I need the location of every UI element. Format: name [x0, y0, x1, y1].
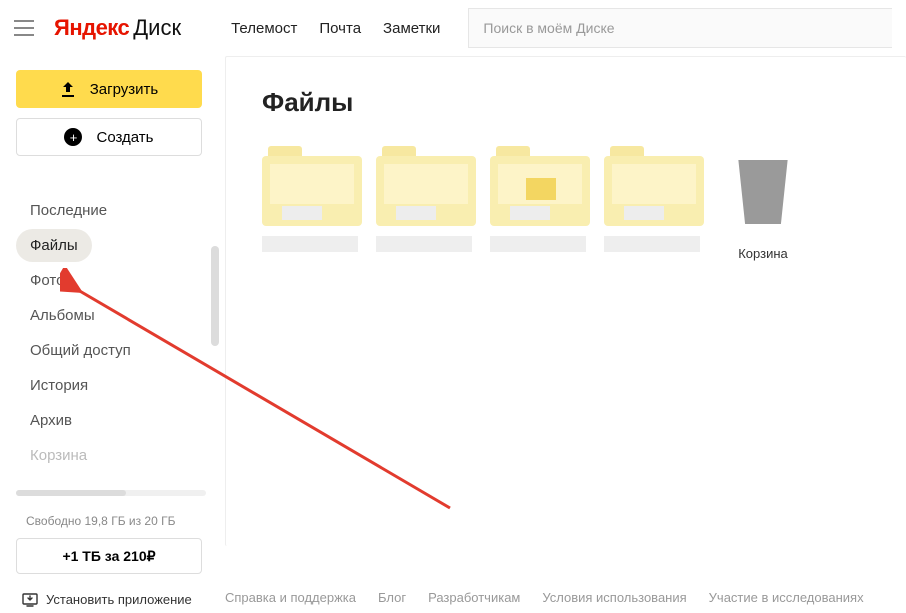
- upload-button-label: Загрузить: [90, 81, 159, 98]
- install-icon: [22, 593, 38, 607]
- nav-files[interactable]: Файлы: [16, 229, 92, 262]
- create-button[interactable]: + Создать: [16, 118, 202, 156]
- logo[interactable]: Яндекс Диск: [54, 15, 181, 41]
- footer-blog[interactable]: Блог: [378, 590, 406, 605]
- folder-label: [604, 236, 700, 252]
- install-app-label: Установить приложение: [46, 592, 192, 607]
- plus-icon: +: [64, 128, 82, 146]
- topnav-notes[interactable]: Заметки: [383, 20, 440, 37]
- folder-label: [262, 236, 358, 252]
- folder-label: [376, 236, 472, 252]
- folder-icon: [376, 146, 476, 228]
- upload-icon: [60, 81, 76, 97]
- footer: Справка и поддержка Блог Разработчикам У…: [225, 580, 906, 613]
- folder-icon: [262, 146, 362, 228]
- nav-trash[interactable]: Корзина: [16, 439, 101, 472]
- create-button-label: Создать: [96, 129, 153, 146]
- top-nav: Телемост Почта Заметки: [231, 20, 440, 37]
- folder-icon: [604, 146, 704, 228]
- logo-brand: Яндекс: [54, 15, 129, 41]
- folder-label: [490, 236, 586, 252]
- folder-item[interactable]: [262, 146, 358, 261]
- nav-vscroll[interactable]: [211, 246, 219, 516]
- nav-albums[interactable]: Альбомы: [16, 299, 109, 332]
- menu-button[interactable]: [14, 15, 40, 41]
- topnav-telemost[interactable]: Телемост: [231, 20, 297, 37]
- folder-item[interactable]: [604, 146, 700, 261]
- nav-archive[interactable]: Архив: [16, 404, 86, 437]
- sidebar: Загрузить + Создать Последние Файлы Фото…: [0, 56, 225, 613]
- nav-history[interactable]: История: [16, 369, 102, 402]
- upgrade-button-label: +1 ТБ за 210₽: [62, 548, 155, 564]
- page-title: Файлы: [262, 87, 870, 118]
- nav-shared[interactable]: Общий доступ: [16, 334, 145, 367]
- trash-label: Корзина: [718, 246, 808, 261]
- trash-icon: [731, 160, 795, 238]
- nav-hscroll[interactable]: [16, 490, 206, 496]
- nav-recent[interactable]: Последние: [16, 194, 121, 227]
- logo-product: Диск: [133, 15, 181, 41]
- upgrade-button[interactable]: +1 ТБ за 210₽: [16, 538, 202, 574]
- folder-item[interactable]: [490, 146, 586, 261]
- folder-item[interactable]: [376, 146, 472, 261]
- footer-help[interactable]: Справка и поддержка: [225, 590, 356, 605]
- folder-icon: [490, 146, 590, 228]
- main-area: Файлы: [225, 56, 906, 613]
- upload-button[interactable]: Загрузить: [16, 70, 202, 108]
- nav-list: Последние Файлы Фото Альбомы Общий досту…: [16, 194, 213, 484]
- nav-photo[interactable]: Фото: [16, 264, 78, 297]
- footer-dev[interactable]: Разработчикам: [428, 590, 520, 605]
- trash-item[interactable]: Корзина: [718, 146, 808, 261]
- install-app-link[interactable]: Установить приложение: [22, 592, 213, 607]
- footer-research[interactable]: Участие в исследованиях: [709, 590, 864, 605]
- footer-terms[interactable]: Условия использования: [542, 590, 686, 605]
- search-input[interactable]: [468, 8, 892, 48]
- storage-text: Свободно 19,8 ГБ из 20 ГБ: [26, 514, 213, 528]
- topnav-mail[interactable]: Почта: [319, 20, 361, 37]
- files-row: Корзина: [262, 146, 870, 261]
